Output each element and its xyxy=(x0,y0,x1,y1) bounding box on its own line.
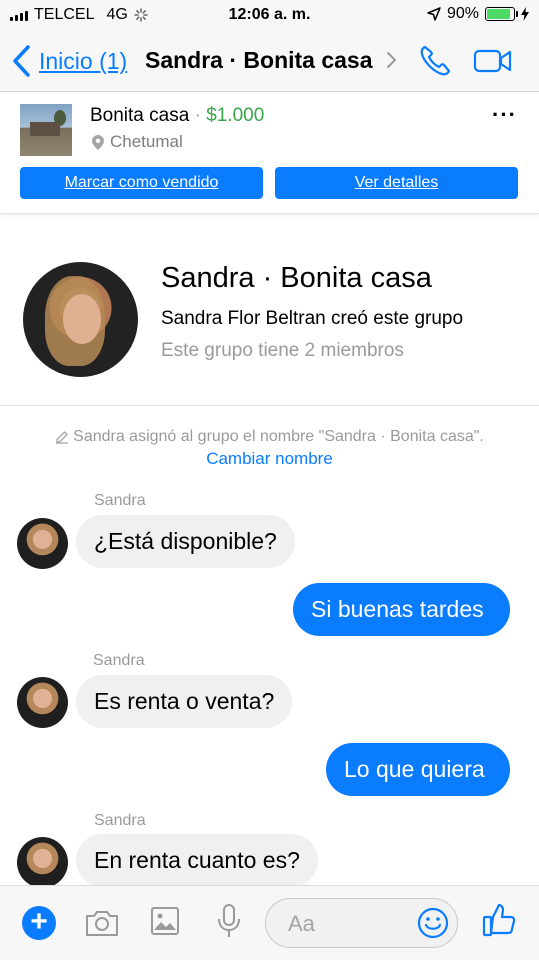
mark-as-sold-button[interactable]: Marcar como vendido xyxy=(20,167,263,199)
back-chevron-icon[interactable] xyxy=(10,44,32,78)
phone-icon[interactable] xyxy=(418,44,452,78)
group-name: Sandra · Bonita casa xyxy=(161,262,432,294)
microphone-icon[interactable] xyxy=(216,903,242,941)
message-field[interactable] xyxy=(265,898,458,948)
message-bubble-incoming[interactable]: En renta cuanto es? xyxy=(76,834,318,887)
battery-level xyxy=(487,9,511,19)
status-right: 90% xyxy=(427,5,529,23)
battery-icon xyxy=(485,7,518,21)
camera-icon[interactable] xyxy=(84,908,120,938)
back-button[interactable]: Inicio (1) xyxy=(39,48,127,75)
location-pin-icon xyxy=(92,134,104,150)
sender-name: Sandra xyxy=(93,652,145,669)
emoji-icon[interactable] xyxy=(416,906,450,940)
battery-percent: 90% xyxy=(446,5,479,22)
system-message-text: Sandra asignó al grupo el nombre "Sandra… xyxy=(73,428,484,445)
sender-name: Sandra xyxy=(94,492,146,509)
nav-bar: Inicio (1) Sandra · Bonita casa xyxy=(0,30,539,92)
message-bubble-outgoing[interactable]: Si buenas tardes xyxy=(293,583,510,636)
avatar[interactable] xyxy=(17,518,68,569)
listing-location: Chetumal xyxy=(92,132,183,152)
message-input[interactable] xyxy=(286,909,410,939)
system-message: Sandra asignó al grupo el nombre "Sandra… xyxy=(0,428,539,446)
listing-location-text: Chetumal xyxy=(110,132,183,151)
image-icon[interactable] xyxy=(150,906,180,936)
status-bar: TELCEL 4G 12:06 a. m. 90% xyxy=(0,0,539,30)
listing-title-row[interactable]: Bonita casa · $1.000 xyxy=(90,105,264,127)
message-bubble-incoming[interactable]: Es renta o venta? xyxy=(76,675,293,728)
change-name-link[interactable]: Cambiar nombre xyxy=(0,449,539,469)
group-avatar[interactable] xyxy=(23,262,138,377)
plus-icon[interactable]: + xyxy=(22,906,56,940)
listing-thumbnail[interactable] xyxy=(20,104,72,156)
avatar[interactable] xyxy=(17,837,68,888)
video-call-icon[interactable] xyxy=(473,48,513,74)
sender-name: Sandra xyxy=(94,812,146,829)
message-bubble-outgoing[interactable]: Lo que quiera xyxy=(326,743,510,796)
listing-title: Bonita casa xyxy=(90,105,190,126)
thumbs-up-icon[interactable] xyxy=(481,902,517,938)
view-details-button[interactable]: Ver detalles xyxy=(275,167,518,199)
avatar[interactable] xyxy=(17,677,68,728)
listing-price: $1.000 xyxy=(206,105,265,126)
message-bubble-incoming[interactable]: ¿Está disponible? xyxy=(76,515,295,568)
group-created-by: Sandra Flor Beltran creó este grupo xyxy=(161,308,464,329)
charging-bolt-icon xyxy=(521,7,529,21)
more-horizontal-icon[interactable]: ··· xyxy=(492,102,517,128)
marketplace-listing: Bonita casa · $1.000 Chetumal ··· Marcar… xyxy=(0,92,539,214)
conversation-title[interactable]: Sandra · Bonita casa xyxy=(145,47,373,74)
pencil-icon xyxy=(56,430,69,444)
chevron-right-icon[interactable] xyxy=(385,51,397,69)
message-composer: + xyxy=(0,885,539,960)
group-member-count: Este grupo tiene 2 miembros xyxy=(161,340,404,361)
listing-separator: · xyxy=(194,105,201,126)
location-arrow-icon xyxy=(427,7,441,21)
divider xyxy=(0,405,539,406)
